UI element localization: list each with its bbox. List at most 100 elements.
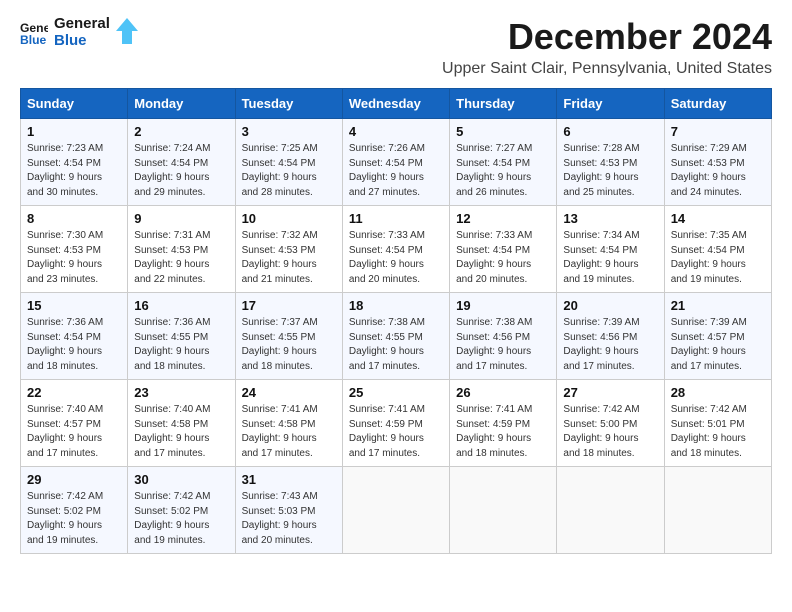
calendar-empty-cell [450, 467, 557, 554]
day-info: Sunrise: 7:40 AM Sunset: 4:58 PM Dayligh… [134, 403, 228, 461]
calendar-day-cell: 27Sunrise: 7:42 AM Sunset: 5:00 PM Dayli… [557, 380, 664, 467]
calendar-day-cell: 7 Sunrise: 7:29 AM Sunset: 4:53 PM Daylig… [664, 119, 771, 206]
day-info: Sunrise: 7:33 AM Sunset: 4:54 PM Dayligh… [456, 229, 550, 287]
day-info: Sunrise: 7:41 AM Sunset: 4:58 PM Dayligh… [242, 403, 336, 461]
logo: General Blue General Blue [20, 16, 138, 49]
day-number: 22 [27, 385, 121, 400]
calendar-day-cell: 11 Sunrise: 7:33 AM Sunset: 4:54 PM Dayli… [342, 206, 449, 293]
day-number: 21 [671, 298, 765, 313]
day-info: Sunrise: 7:32 AM Sunset: 4:53 PM Dayligh… [242, 229, 336, 287]
calendar-day-cell: 4 Sunrise: 7:26 AM Sunset: 4:54 PM Daylig… [342, 119, 449, 206]
calendar-day-cell: 12 Sunrise: 7:33 AM Sunset: 4:54 PM Dayli… [450, 206, 557, 293]
day-info: Sunrise: 7:36 AM Sunset: 4:55 PM Dayligh… [134, 316, 228, 374]
day-number: 14 [671, 211, 765, 226]
calendar-header-friday: Friday [557, 89, 664, 119]
calendar-day-cell: 14Sunrise: 7:35 AM Sunset: 4:54 PM Dayli… [664, 206, 771, 293]
calendar-empty-cell [664, 467, 771, 554]
calendar-header-thursday: Thursday [450, 89, 557, 119]
day-number: 19 [456, 298, 550, 313]
calendar-day-cell: 29 Sunrise: 7:42 AM Sunset: 5:02 PM Dayli… [21, 467, 128, 554]
calendar-week-row: 1Sunrise: 7:23 AM Sunset: 4:54 PM Daylig… [21, 119, 772, 206]
calendar-day-cell: 19 Sunrise: 7:38 AM Sunset: 4:56 PM Dayli… [450, 293, 557, 380]
day-number: 9 [134, 211, 228, 226]
day-info: Sunrise: 7:36 AM Sunset: 4:54 PM Dayligh… [27, 316, 121, 374]
day-info: Sunrise: 7:40 AM Sunset: 4:57 PM Dayligh… [27, 403, 121, 461]
day-number: 4 [349, 124, 443, 139]
day-info: Sunrise: 7:41 AM Sunset: 4:59 PM Dayligh… [456, 403, 550, 461]
day-info: Sunrise: 7:38 AM Sunset: 4:56 PM Dayligh… [456, 316, 550, 374]
day-info: Sunrise: 7:38 AM Sunset: 4:55 PM Dayligh… [349, 316, 443, 374]
title-section: December 2024 Upper Saint Clair, Pennsyl… [442, 16, 772, 78]
calendar-day-cell: 22 Sunrise: 7:40 AM Sunset: 4:57 PM Dayli… [21, 380, 128, 467]
day-number: 13 [563, 211, 657, 226]
day-info: Sunrise: 7:41 AM Sunset: 4:59 PM Dayligh… [349, 403, 443, 461]
calendar-day-cell: 25 Sunrise: 7:41 AM Sunset: 4:59 PM Dayli… [342, 380, 449, 467]
day-number: 20 [563, 298, 657, 313]
calendar-week-row: 29 Sunrise: 7:42 AM Sunset: 5:02 PM Dayli… [21, 467, 772, 554]
day-number: 11 [349, 211, 443, 226]
calendar-empty-cell [342, 467, 449, 554]
day-info: Sunrise: 7:34 AM Sunset: 4:54 PM Dayligh… [563, 229, 657, 287]
day-info: Sunrise: 7:25 AM Sunset: 4:54 PM Dayligh… [242, 142, 336, 200]
day-number: 6 [563, 124, 657, 139]
calendar-header-saturday: Saturday [664, 89, 771, 119]
day-number: 16 [134, 298, 228, 313]
day-info: Sunrise: 7:42 AM Sunset: 5:01 PM Dayligh… [671, 403, 765, 461]
calendar-day-cell: 18Sunrise: 7:38 AM Sunset: 4:55 PM Dayli… [342, 293, 449, 380]
day-number: 5 [456, 124, 550, 139]
calendar-day-cell: 3 Sunrise: 7:25 AM Sunset: 4:54 PM Daylig… [235, 119, 342, 206]
logo-text-blue: Blue [54, 33, 110, 50]
calendar-day-cell: 8 Sunrise: 7:30 AM Sunset: 4:53 PM Daylig… [21, 206, 128, 293]
day-number: 2 [134, 124, 228, 139]
day-number: 29 [27, 472, 121, 487]
svg-text:Blue: Blue [20, 33, 47, 47]
page-subtitle: Upper Saint Clair, Pennsylvania, United … [442, 60, 772, 78]
calendar-day-cell: 23Sunrise: 7:40 AM Sunset: 4:58 PM Dayli… [128, 380, 235, 467]
day-info: Sunrise: 7:39 AM Sunset: 4:56 PM Dayligh… [563, 316, 657, 374]
day-number: 30 [134, 472, 228, 487]
day-info: Sunrise: 7:26 AM Sunset: 4:54 PM Dayligh… [349, 142, 443, 200]
logo-triangle-icon [116, 18, 138, 44]
calendar-header-monday: Monday [128, 89, 235, 119]
calendar-day-cell: 15 Sunrise: 7:36 AM Sunset: 4:54 PM Dayli… [21, 293, 128, 380]
day-number: 7 [671, 124, 765, 139]
calendar-header-row: SundayMondayTuesdayWednesdayThursdayFrid… [21, 89, 772, 119]
day-info: Sunrise: 7:30 AM Sunset: 4:53 PM Dayligh… [27, 229, 121, 287]
day-number: 15 [27, 298, 121, 313]
calendar-day-cell: 30Sunrise: 7:42 AM Sunset: 5:02 PM Dayli… [128, 467, 235, 554]
day-number: 17 [242, 298, 336, 313]
calendar-day-cell: 16 Sunrise: 7:36 AM Sunset: 4:55 PM Dayli… [128, 293, 235, 380]
day-number: 8 [27, 211, 121, 226]
calendar-day-cell: 13 Sunrise: 7:34 AM Sunset: 4:54 PM Dayli… [557, 206, 664, 293]
day-info: Sunrise: 7:39 AM Sunset: 4:57 PM Dayligh… [671, 316, 765, 374]
day-info: Sunrise: 7:27 AM Sunset: 4:54 PM Dayligh… [456, 142, 550, 200]
page-title: December 2024 [442, 16, 772, 58]
calendar-day-cell: 6 Sunrise: 7:28 AM Sunset: 4:53 PM Daylig… [557, 119, 664, 206]
day-info: Sunrise: 7:33 AM Sunset: 4:54 PM Dayligh… [349, 229, 443, 287]
calendar-table: SundayMondayTuesdayWednesdayThursdayFrid… [20, 88, 772, 554]
day-info: Sunrise: 7:43 AM Sunset: 5:03 PM Dayligh… [242, 490, 336, 548]
calendar-day-cell: 9 Sunrise: 7:31 AM Sunset: 4:53 PM Daylig… [128, 206, 235, 293]
calendar-day-cell: 17Sunrise: 7:37 AM Sunset: 4:55 PM Dayli… [235, 293, 342, 380]
calendar-day-cell: 10 Sunrise: 7:32 AM Sunset: 4:53 PM Dayli… [235, 206, 342, 293]
day-info: Sunrise: 7:29 AM Sunset: 4:53 PM Dayligh… [671, 142, 765, 200]
day-info: Sunrise: 7:42 AM Sunset: 5:02 PM Dayligh… [27, 490, 121, 548]
day-number: 26 [456, 385, 550, 400]
calendar-header-wednesday: Wednesday [342, 89, 449, 119]
day-number: 28 [671, 385, 765, 400]
calendar-header-sunday: Sunday [21, 89, 128, 119]
day-number: 25 [349, 385, 443, 400]
day-number: 12 [456, 211, 550, 226]
day-number: 3 [242, 124, 336, 139]
day-number: 10 [242, 211, 336, 226]
day-info: Sunrise: 7:42 AM Sunset: 5:00 PM Dayligh… [563, 403, 657, 461]
day-number: 1 [27, 124, 121, 139]
calendar-day-cell: 28 Sunrise: 7:42 AM Sunset: 5:01 PM Dayli… [664, 380, 771, 467]
day-info: Sunrise: 7:31 AM Sunset: 4:53 PM Dayligh… [134, 229, 228, 287]
page-header: General Blue General Blue December 2024 … [20, 16, 772, 78]
day-info: Sunrise: 7:28 AM Sunset: 4:53 PM Dayligh… [563, 142, 657, 200]
calendar-week-row: 22 Sunrise: 7:40 AM Sunset: 4:57 PM Dayli… [21, 380, 772, 467]
calendar-day-cell: 26 Sunrise: 7:41 AM Sunset: 4:59 PM Dayli… [450, 380, 557, 467]
calendar-day-cell: 1Sunrise: 7:23 AM Sunset: 4:54 PM Daylig… [21, 119, 128, 206]
calendar-day-cell: 20 Sunrise: 7:39 AM Sunset: 4:56 PM Dayli… [557, 293, 664, 380]
